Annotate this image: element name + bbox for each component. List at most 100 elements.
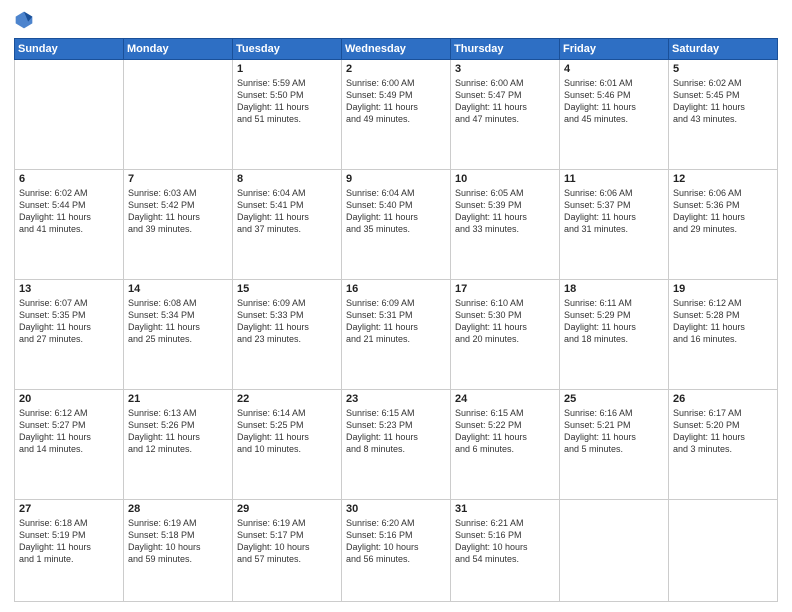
day-cell: 31 Sunrise: 6:21 AM Sunset: 5:16 PM Dayli… bbox=[451, 499, 560, 601]
day-cell: 12 Sunrise: 6:06 AM Sunset: 5:36 PM Dayli… bbox=[669, 169, 778, 279]
day-number: 25 bbox=[564, 393, 664, 405]
day-cell: 23 Sunrise: 6:15 AM Sunset: 5:23 PM Dayli… bbox=[342, 389, 451, 499]
col-header-tuesday: Tuesday bbox=[233, 39, 342, 60]
day-cell: 22Sunrise: 6:14 AM Sunset: 5:25 PM Dayli… bbox=[233, 389, 342, 499]
day-cell: 17Sunrise: 6:10 AM Sunset: 5:30 PM Dayli… bbox=[451, 279, 560, 389]
day-number: 31 bbox=[455, 503, 555, 515]
day-cell: 11 Sunrise: 6:06 AM Sunset: 5:37 PM Dayli… bbox=[560, 169, 669, 279]
day-number: 11 bbox=[564, 173, 664, 185]
day-number: 13 bbox=[19, 283, 119, 295]
day-detail: Sunrise: 6:00 AM Sunset: 5:47 PM Dayligh… bbox=[455, 77, 555, 126]
day-cell: 28 Sunrise: 6:19 AM Sunset: 5:18 PM Dayli… bbox=[124, 499, 233, 601]
day-cell: 4 Sunrise: 6:01 AM Sunset: 5:46 PM Daylig… bbox=[560, 60, 669, 170]
day-number: 4 bbox=[564, 63, 664, 75]
col-header-wednesday: Wednesday bbox=[342, 39, 451, 60]
day-number: 30 bbox=[346, 503, 446, 515]
calendar-table: SundayMondayTuesdayWednesdayThursdayFrid… bbox=[14, 38, 778, 602]
col-header-thursday: Thursday bbox=[451, 39, 560, 60]
day-cell: 26Sunrise: 6:17 AM Sunset: 5:20 PM Dayli… bbox=[669, 389, 778, 499]
day-number: 26 bbox=[673, 393, 773, 405]
day-cell: 25 Sunrise: 6:16 AM Sunset: 5:21 PM Dayli… bbox=[560, 389, 669, 499]
day-cell bbox=[124, 60, 233, 170]
day-number: 17 bbox=[455, 283, 555, 295]
day-detail: Sunrise: 6:05 AM Sunset: 5:39 PM Dayligh… bbox=[455, 187, 555, 236]
day-number: 24 bbox=[455, 393, 555, 405]
week-row-4: 27Sunrise: 6:18 AM Sunset: 5:19 PM Dayli… bbox=[15, 499, 778, 601]
day-number: 10 bbox=[455, 173, 555, 185]
day-number: 12 bbox=[673, 173, 773, 185]
day-detail: Sunrise: 6:03 AM Sunset: 5:42 PM Dayligh… bbox=[128, 187, 228, 236]
day-cell: 2 Sunrise: 6:00 AM Sunset: 5:49 PM Daylig… bbox=[342, 60, 451, 170]
col-header-sunday: Sunday bbox=[15, 39, 124, 60]
day-cell: 6 Sunrise: 6:02 AM Sunset: 5:44 PM Daylig… bbox=[15, 169, 124, 279]
day-detail: Sunrise: 6:15 AM Sunset: 5:23 PM Dayligh… bbox=[346, 407, 446, 456]
day-number: 6 bbox=[19, 173, 119, 185]
day-number: 29 bbox=[237, 503, 337, 515]
col-header-saturday: Saturday bbox=[669, 39, 778, 60]
day-cell: 29 Sunrise: 6:19 AM Sunset: 5:17 PM Dayli… bbox=[233, 499, 342, 601]
day-detail: Sunrise: 6:12 AM Sunset: 5:27 PM Dayligh… bbox=[19, 407, 119, 456]
day-cell: 7 Sunrise: 6:03 AM Sunset: 5:42 PM Daylig… bbox=[124, 169, 233, 279]
day-detail: Sunrise: 6:08 AM Sunset: 5:34 PM Dayligh… bbox=[128, 297, 228, 346]
day-cell bbox=[560, 499, 669, 601]
day-detail: Sunrise: 6:19 AM Sunset: 5:18 PM Dayligh… bbox=[128, 517, 228, 566]
day-cell: 19 Sunrise: 6:12 AM Sunset: 5:28 PM Dayli… bbox=[669, 279, 778, 389]
day-detail: Sunrise: 6:04 AM Sunset: 5:40 PM Dayligh… bbox=[346, 187, 446, 236]
day-detail: Sunrise: 6:02 AM Sunset: 5:44 PM Dayligh… bbox=[19, 187, 119, 236]
page: SundayMondayTuesdayWednesdayThursdayFrid… bbox=[0, 0, 792, 612]
day-cell: 9 Sunrise: 6:04 AM Sunset: 5:40 PM Daylig… bbox=[342, 169, 451, 279]
day-detail: Sunrise: 6:02 AM Sunset: 5:45 PM Dayligh… bbox=[673, 77, 773, 126]
day-number: 8 bbox=[237, 173, 337, 185]
day-detail: Sunrise: 6:07 AM Sunset: 5:35 PM Dayligh… bbox=[19, 297, 119, 346]
header bbox=[14, 10, 778, 30]
day-detail: Sunrise: 6:20 AM Sunset: 5:16 PM Dayligh… bbox=[346, 517, 446, 566]
day-detail: Sunrise: 6:06 AM Sunset: 5:36 PM Dayligh… bbox=[673, 187, 773, 236]
day-number: 15 bbox=[237, 283, 337, 295]
day-detail: Sunrise: 6:13 AM Sunset: 5:26 PM Dayligh… bbox=[128, 407, 228, 456]
week-row-2: 13 Sunrise: 6:07 AM Sunset: 5:35 PM Dayli… bbox=[15, 279, 778, 389]
day-detail: Sunrise: 6:12 AM Sunset: 5:28 PM Dayligh… bbox=[673, 297, 773, 346]
day-number: 28 bbox=[128, 503, 228, 515]
day-number: 19 bbox=[673, 283, 773, 295]
day-cell bbox=[15, 60, 124, 170]
week-row-3: 20 Sunrise: 6:12 AM Sunset: 5:27 PM Dayli… bbox=[15, 389, 778, 499]
week-row-0: 1Sunrise: 5:59 AM Sunset: 5:50 PM Daylig… bbox=[15, 60, 778, 170]
logo-icon bbox=[14, 10, 34, 30]
day-cell: 13 Sunrise: 6:07 AM Sunset: 5:35 PM Dayli… bbox=[15, 279, 124, 389]
day-number: 3 bbox=[455, 63, 555, 75]
day-detail: Sunrise: 6:09 AM Sunset: 5:31 PM Dayligh… bbox=[346, 297, 446, 346]
day-detail: Sunrise: 6:00 AM Sunset: 5:49 PM Dayligh… bbox=[346, 77, 446, 126]
day-number: 7 bbox=[128, 173, 228, 185]
day-cell: 27Sunrise: 6:18 AM Sunset: 5:19 PM Dayli… bbox=[15, 499, 124, 601]
day-cell bbox=[669, 499, 778, 601]
col-header-monday: Monday bbox=[124, 39, 233, 60]
day-cell: 16Sunrise: 6:09 AM Sunset: 5:31 PM Dayli… bbox=[342, 279, 451, 389]
day-cell: 21Sunrise: 6:13 AM Sunset: 5:26 PM Dayli… bbox=[124, 389, 233, 499]
day-cell: 5Sunrise: 6:02 AM Sunset: 5:45 PM Daylig… bbox=[669, 60, 778, 170]
logo bbox=[14, 10, 36, 30]
day-detail: Sunrise: 6:06 AM Sunset: 5:37 PM Dayligh… bbox=[564, 187, 664, 236]
day-detail: Sunrise: 6:19 AM Sunset: 5:17 PM Dayligh… bbox=[237, 517, 337, 566]
day-detail: Sunrise: 6:16 AM Sunset: 5:21 PM Dayligh… bbox=[564, 407, 664, 456]
day-number: 1 bbox=[237, 63, 337, 75]
week-row-1: 6 Sunrise: 6:02 AM Sunset: 5:44 PM Daylig… bbox=[15, 169, 778, 279]
day-number: 20 bbox=[19, 393, 119, 405]
day-detail: Sunrise: 6:09 AM Sunset: 5:33 PM Dayligh… bbox=[237, 297, 337, 346]
day-number: 18 bbox=[564, 283, 664, 295]
day-detail: Sunrise: 6:01 AM Sunset: 5:46 PM Dayligh… bbox=[564, 77, 664, 126]
day-cell: 15 Sunrise: 6:09 AM Sunset: 5:33 PM Dayli… bbox=[233, 279, 342, 389]
day-detail: Sunrise: 6:04 AM Sunset: 5:41 PM Dayligh… bbox=[237, 187, 337, 236]
day-cell: 14 Sunrise: 6:08 AM Sunset: 5:34 PM Dayli… bbox=[124, 279, 233, 389]
day-number: 9 bbox=[346, 173, 446, 185]
day-cell: 10 Sunrise: 6:05 AM Sunset: 5:39 PM Dayli… bbox=[451, 169, 560, 279]
day-cell: 20 Sunrise: 6:12 AM Sunset: 5:27 PM Dayli… bbox=[15, 389, 124, 499]
day-detail: Sunrise: 6:18 AM Sunset: 5:19 PM Dayligh… bbox=[19, 517, 119, 566]
day-cell: 24Sunrise: 6:15 AM Sunset: 5:22 PM Dayli… bbox=[451, 389, 560, 499]
day-cell: 8 Sunrise: 6:04 AM Sunset: 5:41 PM Daylig… bbox=[233, 169, 342, 279]
day-number: 23 bbox=[346, 393, 446, 405]
header-row: SundayMondayTuesdayWednesdayThursdayFrid… bbox=[15, 39, 778, 60]
day-number: 14 bbox=[128, 283, 228, 295]
day-detail: Sunrise: 6:21 AM Sunset: 5:16 PM Dayligh… bbox=[455, 517, 555, 566]
day-number: 2 bbox=[346, 63, 446, 75]
day-cell: 3 Sunrise: 6:00 AM Sunset: 5:47 PM Daylig… bbox=[451, 60, 560, 170]
